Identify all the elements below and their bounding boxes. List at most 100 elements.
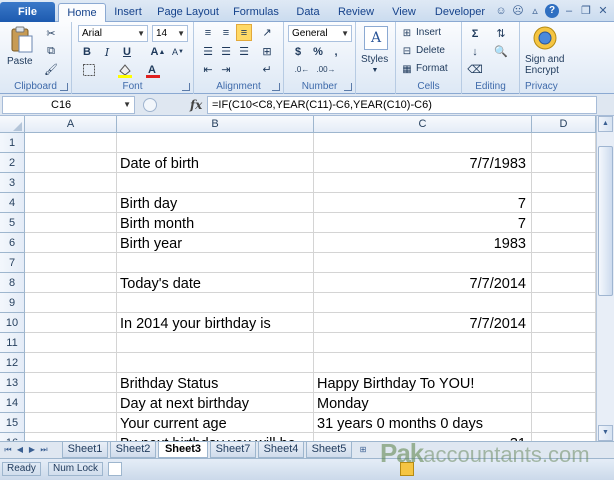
cell-b[interactable]: Your current age xyxy=(117,413,314,433)
cell-c[interactable] xyxy=(314,173,532,193)
cell-d[interactable] xyxy=(532,153,596,173)
cell-c[interactable] xyxy=(314,333,532,353)
cell-d[interactable] xyxy=(532,333,596,353)
align-left-icon[interactable]: ☰ xyxy=(200,44,216,59)
cell-b[interactable]: Date of birth xyxy=(117,153,314,173)
row-header[interactable]: 12 xyxy=(0,353,25,373)
cell-b[interactable]: Birth day xyxy=(117,193,314,213)
cell-b[interactable] xyxy=(117,253,314,273)
cell-b[interactable] xyxy=(117,353,314,373)
currency-button[interactable]: $ xyxy=(292,44,304,59)
formula-bar-handle-icon[interactable] xyxy=(143,98,157,112)
row-header[interactable]: 2 xyxy=(0,153,25,173)
cell-b[interactable]: Today's date xyxy=(117,273,314,293)
font-color-icon[interactable]: A xyxy=(144,62,162,78)
name-box[interactable]: C16 ▼ xyxy=(2,96,135,114)
row-header[interactable]: 4 xyxy=(0,193,25,213)
column-header-d[interactable]: D xyxy=(532,116,596,133)
paste-icon[interactable] xyxy=(8,26,36,54)
styles-button[interactable]: Styles xyxy=(361,54,388,65)
row-header[interactable]: 8 xyxy=(0,273,25,293)
cell-d[interactable] xyxy=(532,173,596,193)
cell-c[interactable]: 7/7/2014 xyxy=(314,313,532,333)
row-header[interactable]: 6 xyxy=(0,233,25,253)
scroll-down-icon[interactable]: ▼ xyxy=(598,425,613,441)
format-cells-icon[interactable]: ▦ xyxy=(400,62,414,76)
cell-c[interactable] xyxy=(314,253,532,273)
cell-a[interactable] xyxy=(25,253,117,273)
sign-encrypt-label-line2[interactable]: Encrypt xyxy=(525,65,559,76)
cell-d[interactable] xyxy=(532,193,596,213)
smiley-icon[interactable]: ☺ xyxy=(494,4,508,18)
help-icon[interactable]: ? xyxy=(545,4,559,18)
column-header-b[interactable]: B xyxy=(117,116,314,133)
fill-icon[interactable]: ↓ xyxy=(468,44,482,59)
cell-b[interactable]: In 2014 your birthday is xyxy=(117,313,314,333)
cell-d[interactable] xyxy=(532,133,596,153)
column-header-c[interactable]: C xyxy=(314,116,532,133)
next-sheet-icon[interactable]: ▶ xyxy=(27,444,37,456)
close-icon[interactable]: ✕ xyxy=(596,4,610,18)
row-header[interactable]: 9 xyxy=(0,293,25,313)
cell-c[interactable]: 7 xyxy=(314,193,532,213)
cell-b[interactable] xyxy=(117,173,314,193)
align-right-icon[interactable]: ☰ xyxy=(236,44,252,59)
chevron-down-icon[interactable]: ▼ xyxy=(370,66,380,74)
align-middle-icon[interactable]: ≡ xyxy=(218,25,234,40)
row-header[interactable]: 7 xyxy=(0,253,25,273)
tab-insert[interactable]: Insert xyxy=(108,3,148,22)
first-sheet-icon[interactable]: ⏮ xyxy=(3,444,13,456)
cell-d[interactable] xyxy=(532,313,596,333)
sheet-tab-sheet4[interactable]: Sheet4 xyxy=(258,442,304,458)
row-header[interactable]: 11 xyxy=(0,333,25,353)
tab-review[interactable]: Review xyxy=(334,3,378,22)
cell-a[interactable] xyxy=(25,313,117,333)
row-header[interactable]: 10 xyxy=(0,313,25,333)
scroll-up-icon[interactable]: ▲ xyxy=(598,116,613,132)
cell-d[interactable] xyxy=(532,253,596,273)
cell-c[interactable]: 7/7/1983 xyxy=(314,153,532,173)
cell-d[interactable] xyxy=(532,353,596,373)
prev-sheet-icon[interactable]: ◀ xyxy=(15,444,25,456)
grow-font-icon[interactable]: A ▲ xyxy=(150,44,166,60)
autosum-icon[interactable]: Σ xyxy=(468,26,482,41)
cell-c[interactable]: 7 xyxy=(314,213,532,233)
tab-page-layout[interactable]: Page Layout xyxy=(155,3,221,22)
percent-button[interactable]: % xyxy=(312,44,324,59)
cell-a[interactable] xyxy=(25,213,117,233)
sheet-tab-sheet2[interactable]: Sheet2 xyxy=(110,442,156,458)
cell-b[interactable]: Birth month xyxy=(117,213,314,233)
bold-button[interactable]: B xyxy=(80,44,94,60)
tab-file[interactable]: File xyxy=(0,2,55,22)
insert-cells-icon[interactable]: ⊞ xyxy=(400,26,414,40)
vertical-scrollbar[interactable]: ▲ ▼ xyxy=(596,116,614,441)
tab-data[interactable]: Data xyxy=(291,3,325,22)
select-all-button[interactable] xyxy=(0,116,25,133)
cell-c[interactable] xyxy=(314,353,532,373)
cell-b[interactable] xyxy=(117,333,314,353)
wrap-text-icon[interactable]: ↵ xyxy=(258,62,276,77)
format-painter-icon[interactable]: 🖌 xyxy=(44,62,58,76)
align-bottom-icon[interactable]: ≡ xyxy=(236,24,252,41)
cell-d[interactable] xyxy=(532,393,596,413)
row-header[interactable]: 1 xyxy=(0,133,25,153)
cell-a[interactable] xyxy=(25,413,117,433)
cell-a[interactable] xyxy=(25,233,117,253)
cell-d[interactable] xyxy=(532,373,596,393)
row-header[interactable]: 13 xyxy=(0,373,25,393)
number-launcher-icon[interactable] xyxy=(344,83,352,91)
cell-d[interactable] xyxy=(532,273,596,293)
decrease-indent-icon[interactable]: ⇤ xyxy=(200,62,216,77)
cut-icon[interactable]: ✂ xyxy=(44,26,58,40)
cell-c[interactable]: 31 years 0 months 0 days xyxy=(314,413,532,433)
font-name-combo[interactable]: Arial ▼ xyxy=(78,25,148,42)
fill-color-icon[interactable] xyxy=(116,62,134,78)
borders-icon[interactable] xyxy=(80,62,98,78)
tab-developer[interactable]: Developer xyxy=(432,3,488,22)
sheet-tab-sheet7[interactable]: Sheet7 xyxy=(210,442,256,458)
insert-button[interactable]: Insert xyxy=(416,27,441,38)
cell-b[interactable]: Day at next birthday xyxy=(117,393,314,413)
find-select-icon[interactable]: 🔍 xyxy=(492,44,510,59)
format-button[interactable]: Format xyxy=(416,63,448,74)
row-header[interactable]: 14 xyxy=(0,393,25,413)
